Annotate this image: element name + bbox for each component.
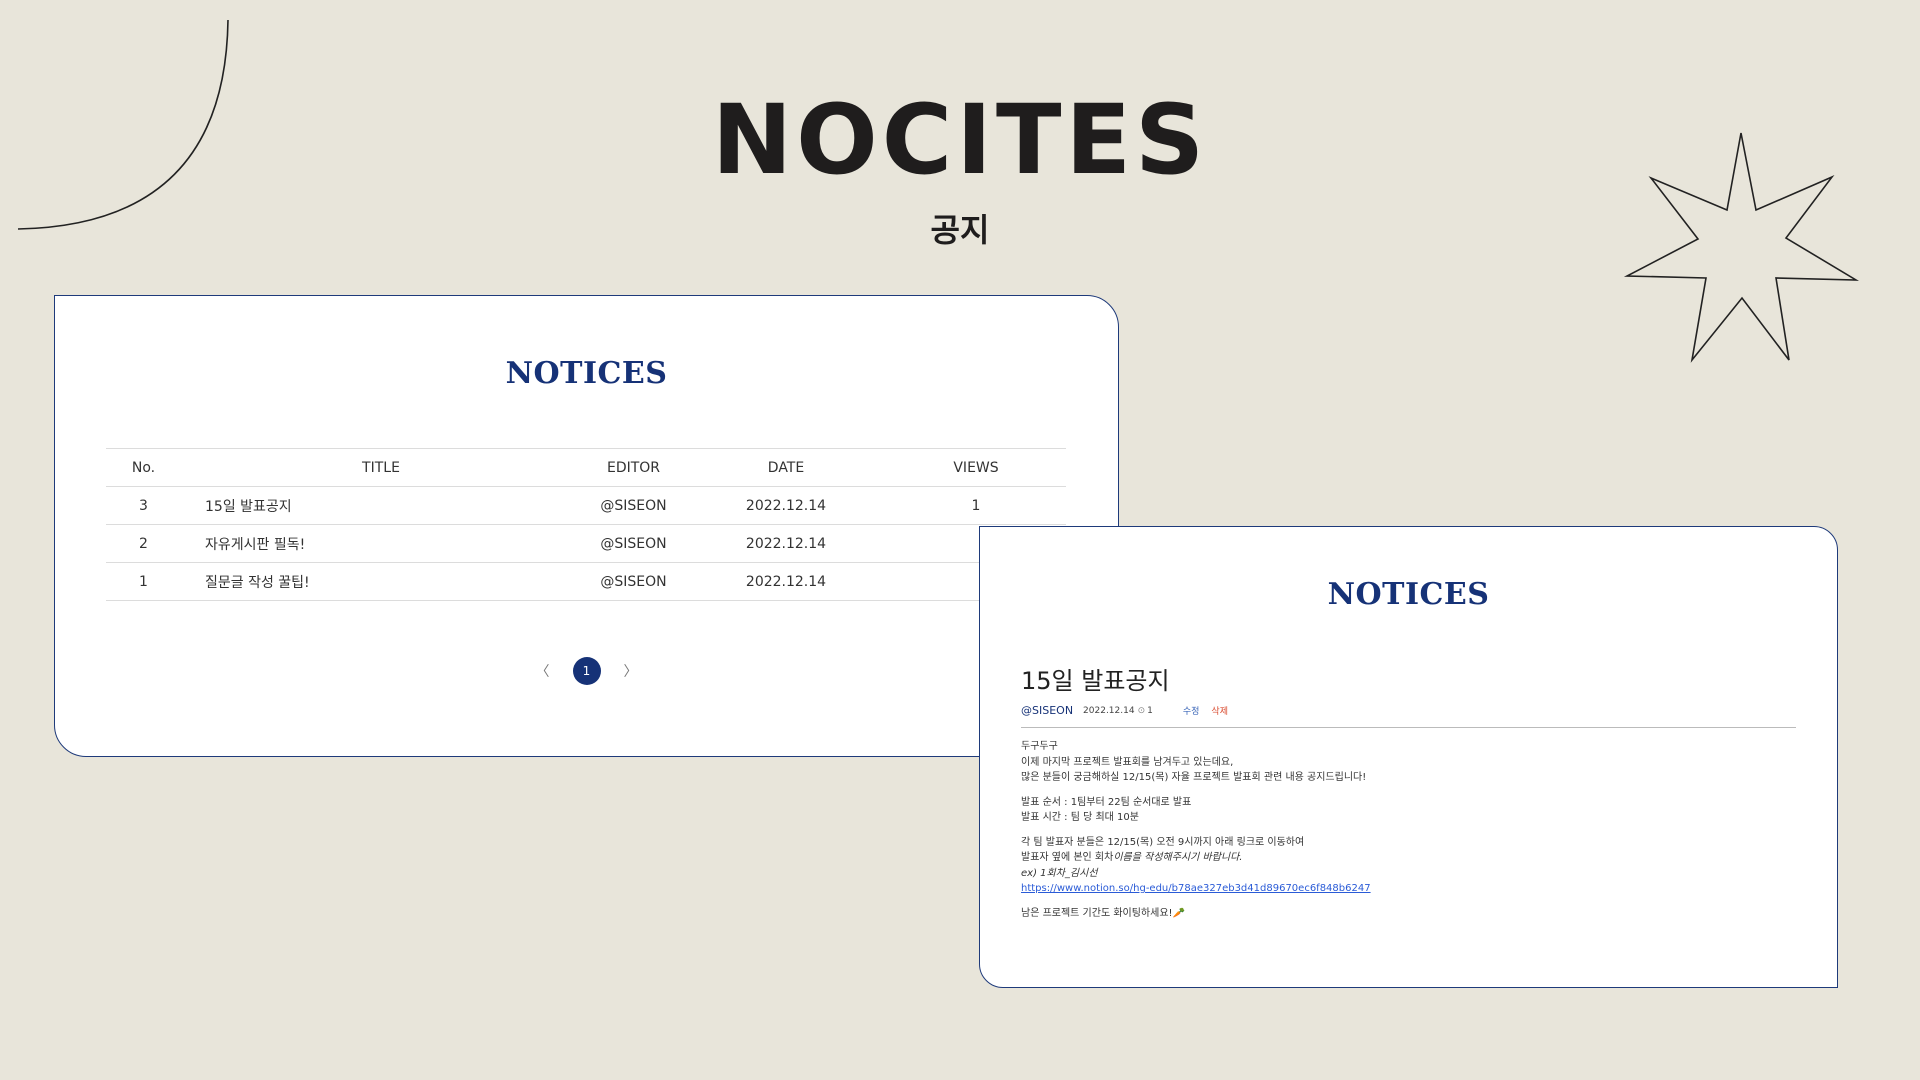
post-text-italic: 이름을 작성해주시기 바랍니다. xyxy=(1113,852,1243,863)
row-date: 2022.12.14 xyxy=(686,562,886,601)
row-number: 3 xyxy=(106,486,181,525)
post-body: 두구두구 이제 마지막 프로젝트 발표회를 남겨두고 있는데요, 많은 분들이 … xyxy=(1021,739,1801,930)
page-title: NOCITES xyxy=(711,84,1209,196)
post-meta: @SISEON 2022.12.14 ⊙ 1 수정 삭제 xyxy=(1021,704,1228,717)
post-text: 발표자 옆에 본인 회차 xyxy=(1021,852,1114,863)
column-header-no: No. xyxy=(106,448,181,487)
post-paragraph: 남은 프로젝트 기간도 화이팅하세요!🥕 xyxy=(1021,906,1801,922)
post-line: 발표 시간 : 팀 당 최대 10분 xyxy=(1021,812,1139,823)
detail-card-heading: NOTICES xyxy=(1327,577,1490,612)
row-number: 1 xyxy=(106,562,181,601)
next-page-icon[interactable]: 〉 xyxy=(621,661,641,681)
notices-table: No. TITLE EDITOR DATE VIEWS 3 15일 발표공지 @… xyxy=(106,448,1066,601)
post-line: 남은 프로젝트 기간도 화이팅하세요!🥕 xyxy=(1021,907,1185,919)
row-views: 1 xyxy=(886,486,1066,525)
row-editor: @SISEON xyxy=(581,524,686,563)
post-paragraph: 각 팀 발표자 분들은 12/15(목) 오전 9시까지 아래 링크로 이동하여… xyxy=(1021,835,1801,897)
table-row[interactable]: 3 15일 발표공지 @SISEON 2022.12.14 1 xyxy=(106,486,1066,525)
post-divider xyxy=(1021,727,1796,728)
table-row[interactable]: 1 질문글 작성 꿀팁! @SISEON 2022.12.14 xyxy=(106,562,1066,601)
post-line: 두구두구 xyxy=(1021,741,1058,752)
list-card-heading: NOTICES xyxy=(505,356,668,391)
table-row[interactable]: 2 자유게시판 필독! @SISEON 2022.12.14 xyxy=(106,524,1066,563)
post-author[interactable]: @SISEON xyxy=(1021,704,1073,717)
post-line: 각 팀 발표자 분들은 12/15(목) 오전 9시까지 아래 링크로 이동하여 xyxy=(1021,836,1305,848)
row-title-link[interactable]: 자유게시판 필독! xyxy=(181,524,581,563)
post-line: 발표자 옆에 본인 회차이름을 작성해주시기 바랍니다. xyxy=(1021,850,1801,866)
post-date: 2022.12.14 xyxy=(1083,705,1135,716)
edit-button[interactable]: 수정 xyxy=(1183,704,1200,717)
column-header-title: TITLE xyxy=(181,448,581,487)
notice-detail-card: NOTICES 15일 발표공지 @SISEON 2022.12.14 ⊙ 1 … xyxy=(979,526,1838,988)
notices-list-card: NOTICES No. TITLE EDITOR DATE VIEWS 3 15… xyxy=(54,295,1119,757)
post-views: 1 xyxy=(1147,705,1153,716)
column-header-editor: EDITOR xyxy=(581,448,686,487)
post-line: ex) 1회차_김시선 xyxy=(1021,867,1098,879)
row-date: 2022.12.14 xyxy=(686,486,886,525)
page-button-current[interactable]: 1 xyxy=(572,657,601,685)
pagination: 〈 1 〉 xyxy=(55,657,1118,685)
row-date: 2022.12.14 xyxy=(686,524,886,563)
row-number: 2 xyxy=(106,524,181,563)
eye-icon: ⊙ xyxy=(1137,705,1146,716)
notion-link[interactable]: https://www.notion.so/hg-edu/b78ae327eb3… xyxy=(1021,881,1801,897)
post-paragraph: 두구두구 이제 마지막 프로젝트 발표회를 남겨두고 있는데요, 많은 분들이 … xyxy=(1021,739,1801,786)
post-line: 많은 분들이 궁금해하실 12/15(목) 자율 프로젝트 발표회 관련 내용 … xyxy=(1021,772,1367,783)
delete-button[interactable]: 삭제 xyxy=(1211,704,1228,717)
row-title-link[interactable]: 15일 발표공지 xyxy=(181,486,581,525)
row-editor: @SISEON xyxy=(581,562,686,601)
post-line: 발표 순서 : 1팀부터 22팀 순서대로 발표 xyxy=(1021,796,1192,808)
post-line: 이제 마지막 프로젝트 발표회를 남겨두고 있는데요, xyxy=(1021,756,1234,768)
row-editor: @SISEON xyxy=(581,486,686,525)
row-title-link[interactable]: 질문글 작성 꿀팁! xyxy=(181,562,581,601)
page-subtitle: 공지 xyxy=(930,211,990,249)
table-header-row: No. TITLE EDITOR DATE VIEWS xyxy=(106,448,1066,487)
post-title: 15일 발표공지 xyxy=(1021,667,1170,695)
prev-page-icon[interactable]: 〈 xyxy=(533,661,553,681)
column-header-views: VIEWS xyxy=(886,448,1066,487)
column-header-date: DATE xyxy=(686,448,886,487)
post-paragraph: 발표 순서 : 1팀부터 22팀 순서대로 발표 발표 시간 : 팀 당 최대 … xyxy=(1021,795,1801,826)
